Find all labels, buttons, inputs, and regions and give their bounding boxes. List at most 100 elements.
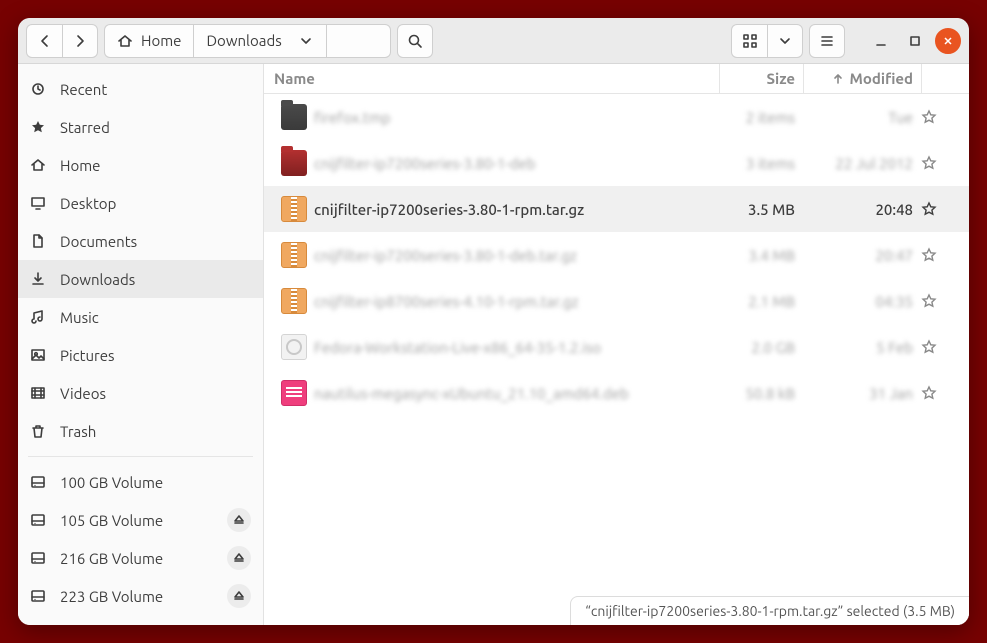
file-row[interactable]: Fedora-Workstation-Live-x86_64-35-1.2.is… (264, 324, 969, 370)
file-type-icon (274, 288, 314, 314)
sidebar-item-videos[interactable]: Videos (18, 374, 263, 412)
eject-button[interactable] (227, 508, 251, 532)
sidebar-volume[interactable]: 100 GB Volume (18, 463, 263, 501)
home-icon (30, 157, 46, 173)
music-icon (30, 309, 46, 325)
file-type-icon (274, 242, 314, 268)
icon-view-button[interactable] (731, 24, 767, 58)
file-type-icon (274, 334, 314, 360)
file-row[interactable]: cnijfilter-ip7200series-3.80-1-deb.tar.g… (264, 232, 969, 278)
column-starred[interactable] (921, 64, 959, 93)
sidebar-item-label: Music (60, 309, 99, 326)
file-modified: 22 Jul 2012 (803, 155, 921, 172)
back-button[interactable] (26, 24, 62, 58)
sidebar-separator (28, 456, 253, 457)
close-button[interactable] (935, 28, 961, 54)
sidebar-item-label: Home (60, 157, 100, 174)
sidebar: Recent Starred Home Desktop Documents Do… (18, 64, 264, 625)
path-bar: Home Downloads (104, 24, 391, 58)
sidebar-item-trash[interactable]: Trash (18, 412, 263, 450)
file-row[interactable]: cnijfilter-ip8700series-4.10-1-rpm.tar.g… (264, 278, 969, 324)
downloads-icon (30, 271, 46, 287)
file-type-icon (274, 150, 314, 176)
sidebar-volume[interactable]: 223 GB Volume (18, 577, 263, 615)
star-toggle[interactable] (921, 109, 959, 125)
path-home-label: Home (141, 32, 181, 49)
status-bar: “cnijfilter-ip7200series-3.80-1-rpm.tar.… (570, 596, 969, 625)
search-icon (407, 33, 423, 49)
sidebar-item-label: Recent (60, 81, 107, 98)
column-size[interactable]: Size (719, 64, 803, 93)
star-toggle[interactable] (921, 201, 959, 217)
file-name: cnijfilter-ip7200series-3.80-1-deb.tar.g… (314, 247, 719, 264)
file-name: nautilus-megasync-xUbuntu_21.10_amd64.de… (314, 385, 719, 402)
sidebar-item-downloads[interactable]: Downloads (18, 260, 263, 298)
maximize-button[interactable] (901, 24, 929, 58)
star-toggle[interactable] (921, 339, 959, 355)
file-row[interactable]: cnijfilter-ip7200series-3.80-1-rpm.tar.g… (264, 186, 969, 232)
star-toggle[interactable] (921, 155, 959, 171)
star-icon (921, 247, 937, 263)
sidebar-volume[interactable]: 105 GB Volume (18, 501, 263, 539)
hamburger-menu-button[interactable] (809, 24, 845, 58)
file-size: 3.4 MB (719, 247, 803, 264)
star-toggle[interactable] (921, 293, 959, 309)
file-size: 50.8 kB (719, 385, 803, 402)
sidebar-item-home[interactable]: Home (18, 146, 263, 184)
sidebar-item-label: 223 GB Volume (60, 588, 163, 605)
sidebar-item-music[interactable]: Music (18, 298, 263, 336)
main-pane: Name Size Modified firefox.tmp2 itemsTue… (264, 64, 969, 625)
sidebar-item-label: Pictures (60, 347, 115, 364)
star-icon (921, 385, 937, 401)
file-row[interactable]: firefox.tmp2 itemsTue (264, 94, 969, 140)
sidebar-volume[interactable]: 216 GB Volume (18, 539, 263, 577)
minimize-button[interactable] (867, 24, 895, 58)
eject-icon (231, 512, 247, 528)
path-segment-current[interactable]: Downloads (193, 24, 325, 58)
sidebar-item-desktop[interactable]: Desktop (18, 184, 263, 222)
star-icon (921, 109, 937, 125)
star-icon (921, 339, 937, 355)
eject-button[interactable] (227, 546, 251, 570)
column-modified[interactable]: Modified (803, 64, 921, 93)
view-options-button[interactable] (767, 24, 803, 58)
search-button[interactable] (397, 24, 433, 58)
file-type-icon (274, 380, 314, 406)
file-name: cnijfilter-ip8700series-4.10-1-rpm.tar.g… (314, 293, 719, 310)
pictures-icon (30, 347, 46, 363)
file-size: 2.0 GB (719, 339, 803, 356)
file-name: Fedora-Workstation-Live-x86_64-35-1.2.is… (314, 339, 719, 356)
forward-button[interactable] (62, 24, 98, 58)
file-row[interactable]: nautilus-megasync-xUbuntu_21.10_amd64.de… (264, 370, 969, 416)
recent-icon (30, 81, 46, 97)
sidebar-item-recent[interactable]: Recent (18, 70, 263, 108)
file-modified: 04:35 (803, 293, 921, 310)
sidebar-item-label: Starred (60, 119, 110, 136)
drive-icon (30, 550, 46, 566)
file-type-icon (274, 104, 314, 130)
sidebar-item-documents[interactable]: Documents (18, 222, 263, 260)
eject-icon (231, 588, 247, 604)
file-modified: 20:47 (803, 247, 921, 264)
sidebar-item-starred[interactable]: Starred (18, 108, 263, 146)
drive-icon (30, 474, 46, 490)
file-size: 2.1 MB (719, 293, 803, 310)
path-segment-home[interactable]: Home (104, 24, 193, 58)
drive-icon (30, 588, 46, 604)
desktop-icon (30, 195, 46, 211)
path-empty-area[interactable] (326, 24, 391, 58)
column-name[interactable]: Name (274, 70, 719, 87)
star-toggle[interactable] (921, 247, 959, 263)
file-row[interactable]: cnijfilter-ip7200series-3.80-1-deb3 item… (264, 140, 969, 186)
view-switcher (731, 24, 803, 58)
eject-button[interactable] (227, 584, 251, 608)
sidebar-item-pictures[interactable]: Pictures (18, 336, 263, 374)
file-size: 3 items (719, 155, 803, 172)
sidebar-item-label: Trash (60, 423, 96, 440)
star-toggle[interactable] (921, 385, 959, 401)
chevron-down-icon (298, 33, 314, 49)
file-list: firefox.tmp2 itemsTuecnijfilter-ip7200se… (264, 94, 969, 625)
sidebar-item-label: Downloads (60, 271, 135, 288)
file-name: cnijfilter-ip7200series-3.80-1-rpm.tar.g… (314, 201, 719, 218)
starred-icon (30, 119, 46, 135)
